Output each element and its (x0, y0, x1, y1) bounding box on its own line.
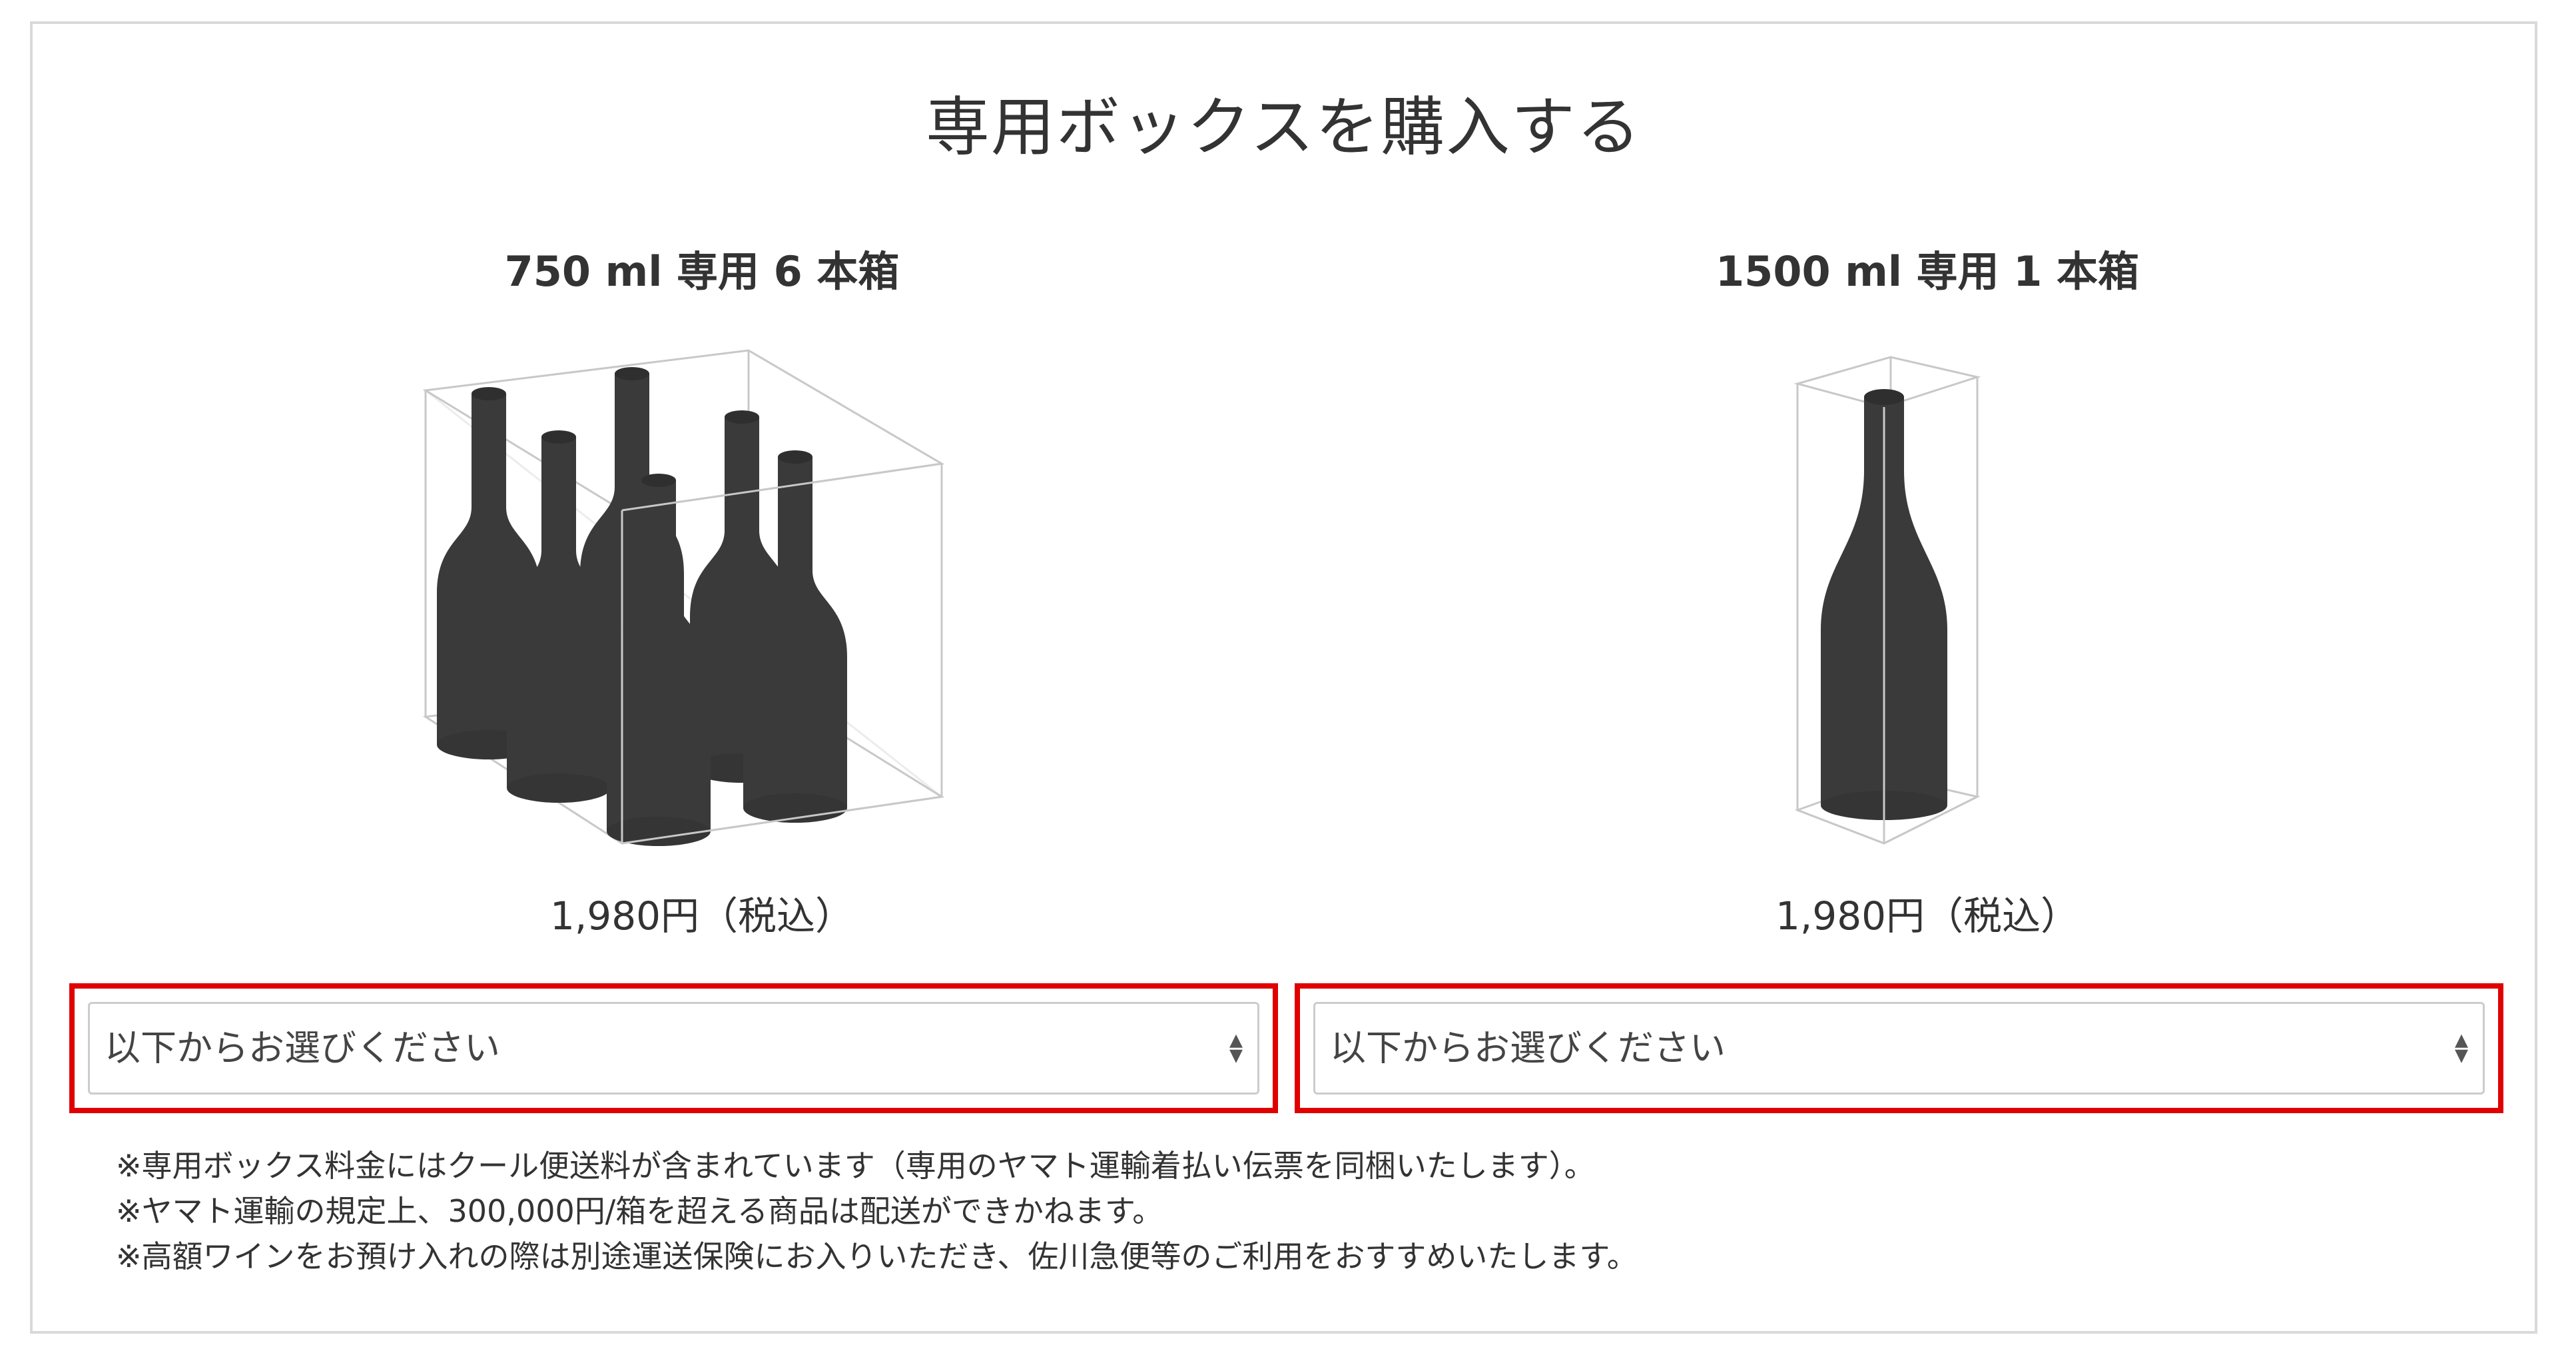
select-placeholder: 以下からお選びください (1330, 1027, 1726, 1069)
product-title-1500ml: 1500 ml 専用 1 本箱 (1716, 247, 2139, 296)
select-arrows-icon: ▲ ▼ (2455, 1030, 2468, 1066)
page-title: 専用ボックスを購入する (925, 90, 1642, 165)
select-highlight-750ml: 以下からお選びください ▲ ▼ (69, 983, 1278, 1113)
price-1500ml: 1,980円（税込） (1775, 893, 2080, 939)
price-750ml: 1,980円（税込） (549, 893, 854, 939)
select-1500ml-dropdown[interactable]: 以下からお選びください ▲ ▼ (1313, 1002, 2485, 1095)
note-yamato-limit: ※ヤマト運輸の規定上、300,000円/箱を超える商品は配送ができかねます。 (116, 1193, 1163, 1229)
single-bottle-box-icon (1793, 356, 1981, 845)
box-purchase-panel: 専用ボックスを購入する 750 ml 専用 6 本箱 1,980円（税込） 15… (30, 21, 2537, 1334)
note-cool-shipping: ※専用ボックス料金にはクール便送料が含まれています（専用のヤマト運輸着払い伝票を… (116, 1148, 1595, 1184)
note-insurance: ※高額ワインをお預け入れの際は別途運送保険にお入りいただき、佐川急便等のご利用を… (116, 1238, 1638, 1274)
select-highlight-1500ml: 以下からお選びください ▲ ▼ (1295, 983, 2503, 1113)
product-title-750ml: 750 ml 専用 6 本箱 (504, 247, 900, 296)
select-placeholder: 以下からお選びください (105, 1027, 500, 1069)
six-bottle-box-icon (422, 349, 945, 846)
select-750ml-dropdown[interactable]: 以下からお選びください ▲ ▼ (88, 1002, 1259, 1095)
select-arrows-icon: ▲ ▼ (1229, 1030, 1243, 1066)
notes-list: ※専用ボックス料金にはクール便送料が含まれています（専用のヤマト運輸着払い伝票を… (116, 1143, 1638, 1279)
